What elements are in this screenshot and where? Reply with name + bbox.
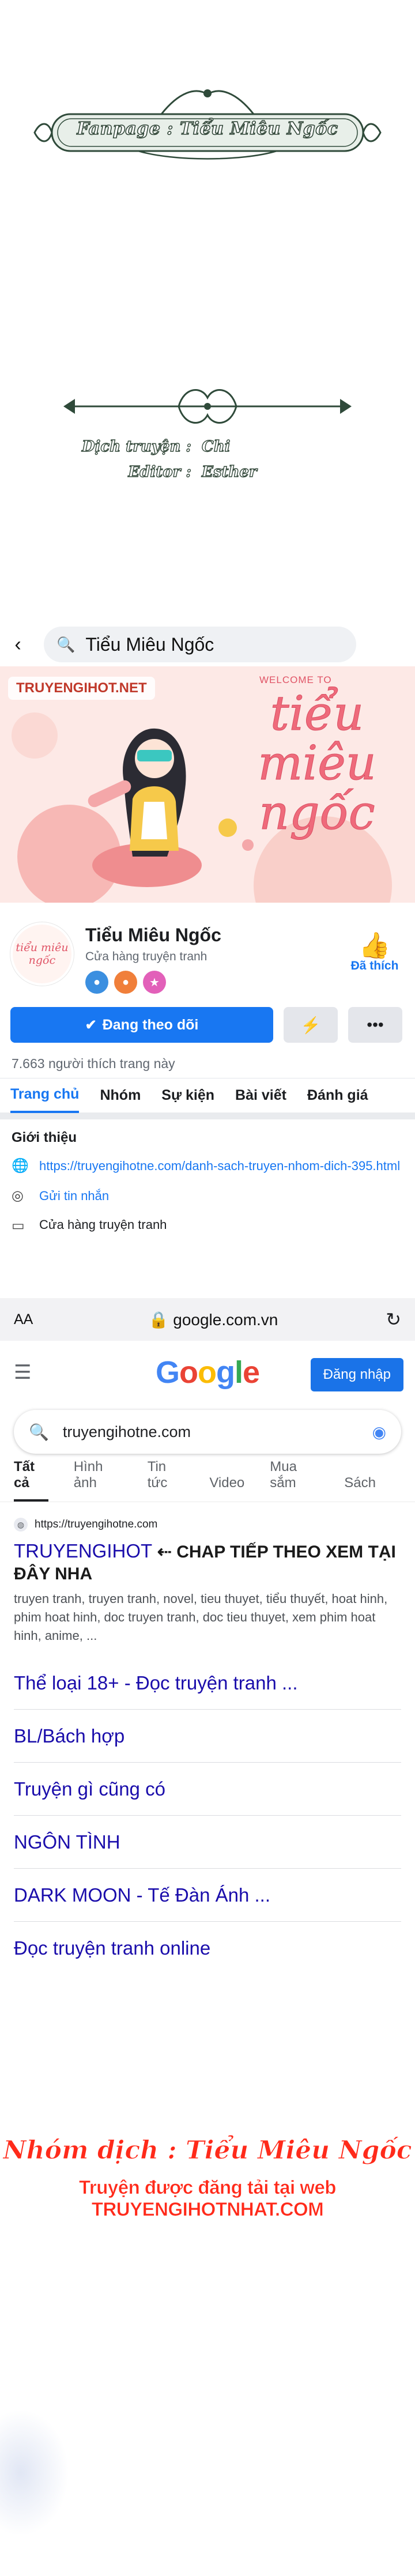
sitelink-item[interactable]: BL/Bách hợp bbox=[14, 1710, 401, 1763]
tab-news[interactable]: Tin tức bbox=[148, 1459, 184, 1502]
translator-label: Dịch truyện : bbox=[81, 437, 191, 455]
action-row: ✔ Đang theo dõi ⚡ ••• bbox=[0, 1001, 415, 1049]
page-avatar[interactable]: tiểu miêu ngốc bbox=[10, 922, 74, 986]
footer-group-credit: Nhóm dịch : Tiểu Miêu Ngốc bbox=[3, 2136, 412, 2166]
tab-reviews[interactable]: Đánh giá bbox=[307, 1078, 368, 1113]
text-size-button[interactable]: AA bbox=[14, 1311, 48, 1328]
store-icon: ▭ bbox=[12, 1218, 25, 1234]
result-url-row[interactable]: ◍ https://truyengihotne.com bbox=[14, 1515, 401, 1534]
frost-decoration bbox=[0, 2409, 69, 2536]
logo-letter: o bbox=[179, 1355, 198, 1390]
more-icon: ••• bbox=[367, 1016, 384, 1034]
badge-messenger-icon[interactable]: ● bbox=[85, 971, 108, 994]
tab-home[interactable]: Trang chủ bbox=[10, 1078, 80, 1113]
profile-section: tiểu miêu ngốc Tiểu Miêu Ngốc Cửa hàng t… bbox=[0, 903, 415, 1001]
intro-link[interactable]: https://truyengihotne.com/danh-sach-truy… bbox=[39, 1157, 400, 1175]
fb-search-field[interactable]: 🔍 Tiểu Miêu Ngốc bbox=[44, 627, 356, 662]
intro-title: Giới thiệu bbox=[12, 1130, 77, 1145]
likes-count: 7.663 người thích trang này bbox=[12, 1055, 175, 1071]
search-result: ◍ https://truyengihotne.com TRUYENGIHOT … bbox=[0, 1502, 415, 1645]
like-label: Đã thích bbox=[350, 959, 399, 972]
credits-list: Dịch truyện : Chi Editor : Esther bbox=[69, 437, 369, 489]
tab-groups[interactable]: Nhóm bbox=[100, 1078, 141, 1113]
follow-check-icon: ✔ bbox=[85, 1017, 97, 1033]
fb-search-text: Tiểu Miêu Ngốc bbox=[85, 633, 214, 655]
tab-all[interactable]: Tất cả bbox=[14, 1459, 48, 1502]
badge-shop-icon[interactable]: ● bbox=[114, 971, 137, 994]
page-category: Cửa hàng truyện tranh bbox=[85, 950, 207, 963]
follow-button[interactable]: ✔ Đang theo dõi bbox=[10, 1007, 273, 1043]
footer-site-credit: Truyện được đăng tải tại web TRUYENGIHOT… bbox=[79, 2177, 337, 2220]
logo-letter: e bbox=[242, 1355, 260, 1390]
editor-label: Editor : bbox=[128, 463, 192, 481]
sitelink-item[interactable]: Thể loại 18+ - Đọc truyện tranh ... bbox=[14, 1657, 401, 1710]
message-icon: ◎ bbox=[12, 1188, 24, 1204]
badge-list: ● ● ★ bbox=[85, 971, 166, 994]
search-icon: 🔍 bbox=[56, 635, 76, 653]
facebook-page: ‹ 🔍 Tiểu Miêu Ngốc TRUYENGIHOT.NET WELCO… bbox=[0, 623, 415, 1247]
sitelinks-list: Thể loại 18+ - Đọc truyện tranh ... BL/B… bbox=[0, 1657, 415, 1975]
result-url: https://truyengihotne.com bbox=[35, 1518, 158, 1530]
sitelink-item[interactable]: NGÔN TÌNH bbox=[14, 1816, 401, 1869]
result-title[interactable]: TRUYENGIHOT ⇠ CHAP TIẾP THEO XEM TẠI ĐÂY… bbox=[14, 1540, 401, 1584]
fb-topbar: ‹ 🔍 Tiểu Miêu Ngốc bbox=[0, 623, 415, 666]
intro-section: Giới thiệu 🌐 https://truyengihotne.com/d… bbox=[0, 1119, 415, 1234]
site-favicon-icon: ◍ bbox=[14, 1518, 28, 1532]
send-message-link[interactable]: Gửi tin nhắn bbox=[39, 1187, 109, 1205]
badge-star-icon[interactable]: ★ bbox=[143, 971, 166, 994]
logo-letter: G bbox=[155, 1355, 180, 1390]
intro-link-row: 🌐 https://truyengihotne.com/danh-sach-tr… bbox=[12, 1157, 403, 1175]
back-arrow-icon[interactable]: ‹ bbox=[9, 633, 27, 655]
signin-button[interactable]: Đăng nhập bbox=[310, 1358, 403, 1391]
tab-books[interactable]: Sách bbox=[344, 1475, 376, 1502]
address-field[interactable]: 🔒 google.com.vn bbox=[48, 1310, 378, 1329]
tab-posts[interactable]: Bài viết bbox=[235, 1078, 286, 1113]
messenger-button[interactable]: ⚡ bbox=[284, 1007, 338, 1043]
sitelink-item[interactable]: Truyện gì cũng có bbox=[14, 1763, 401, 1816]
fb-tab-bar: Trang chủ Nhóm Sự kiện Bài viết Đánh giá bbox=[0, 1078, 415, 1119]
fanpage-banner: Fanpage : Tiểu Miêu Ngốc bbox=[23, 81, 392, 160]
logo-letter: o bbox=[197, 1355, 217, 1390]
translator-row: Dịch truyện : Chi bbox=[69, 437, 369, 463]
logo-letter: l bbox=[234, 1355, 243, 1390]
tab-events[interactable]: Sự kiện bbox=[161, 1078, 214, 1113]
sitelink-item[interactable]: Đọc truyện tranh online bbox=[14, 1922, 401, 1975]
logo-letter: g bbox=[216, 1355, 235, 1390]
search-icon: 🔍 bbox=[29, 1423, 49, 1441]
cover-welcome: WELCOME TO bbox=[259, 674, 332, 685]
page-name[interactable]: Tiểu Miêu Ngốc bbox=[85, 925, 221, 946]
follow-label: Đang theo dõi bbox=[102, 1016, 199, 1033]
cover-brand-logo: tiểu miêu ngốc bbox=[258, 687, 376, 840]
browser-address-bar: AA 🔒 google.com.vn ↻ bbox=[0, 1298, 415, 1341]
intro-message-row: ◎ Gửi tin nhắn bbox=[12, 1187, 403, 1205]
tab-shopping[interactable]: Mua sắm bbox=[270, 1459, 319, 1502]
result-snippet: truyen tranh, truyen tranh, novel, tieu … bbox=[14, 1591, 388, 1643]
translator-value: Chi bbox=[201, 437, 231, 455]
url-text: google.com.vn bbox=[173, 1310, 278, 1329]
messenger-icon: ⚡ bbox=[300, 1016, 321, 1034]
like-button[interactable]: 👍 Đã thích bbox=[346, 933, 403, 973]
result-title-main: TRUYENGIHOT bbox=[14, 1540, 152, 1562]
thumbs-up-icon: 👍 bbox=[359, 931, 391, 960]
editor-row: Editor : Esther bbox=[69, 463, 369, 489]
intro-store-row: ▭ Cửa hàng truyện tranh bbox=[12, 1217, 403, 1234]
tab-images[interactable]: Hình ảnh bbox=[74, 1459, 122, 1502]
intro-store: Cửa hàng truyện tranh bbox=[39, 1217, 167, 1232]
reload-icon[interactable]: ↻ bbox=[378, 1308, 401, 1330]
cover-watermark: TRUYENGIHOT.NET bbox=[8, 677, 155, 700]
sitelink-item[interactable]: DARK MOON - Tế Đàn Ánh ... bbox=[14, 1869, 401, 1922]
google-header: ☰ Google Đăng nhập bbox=[0, 1341, 415, 1404]
more-button[interactable]: ••• bbox=[348, 1007, 402, 1043]
lens-camera-icon[interactable]: ◉ bbox=[372, 1423, 386, 1442]
search-query: truyengihotne.com bbox=[62, 1423, 191, 1440]
globe-icon: 🌐 bbox=[12, 1158, 29, 1174]
cover-photo[interactable]: TRUYENGIHOT.NET WELCOME TO tiểu miêu ngố… bbox=[0, 666, 415, 903]
editor-value: Esther bbox=[201, 463, 257, 481]
google-search-page: ☰ Google Đăng nhập 🔍 truyengihotne.com ◉… bbox=[0, 1341, 415, 1989]
tab-video[interactable]: Video bbox=[209, 1475, 244, 1502]
fanpage-label: Fanpage : Tiểu Miêu Ngốc bbox=[77, 118, 338, 139]
divider-ornament-icon bbox=[63, 389, 352, 424]
google-tab-bar: Tất cả Hình ảnh Tin tức Video Mua sắm Sá… bbox=[0, 1458, 415, 1502]
google-search-input[interactable]: 🔍 truyengihotne.com ◉ bbox=[14, 1410, 401, 1454]
